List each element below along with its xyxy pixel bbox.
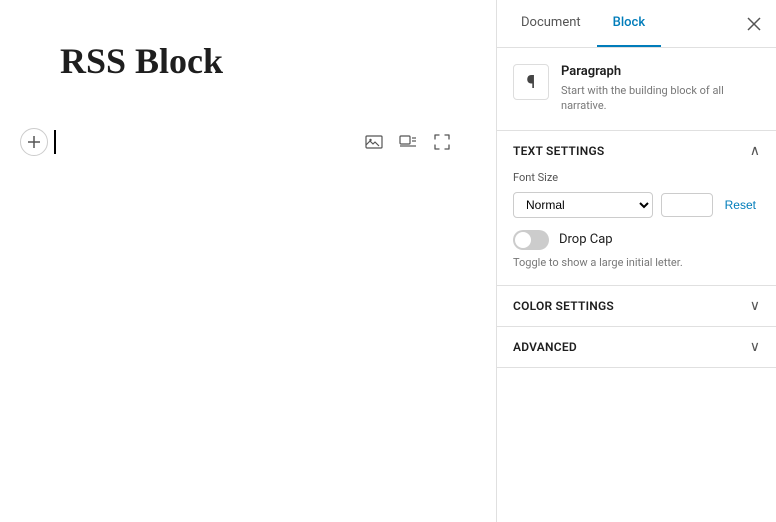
advanced-chevron-icon: ∨ bbox=[750, 339, 760, 355]
editor-area: RSS Block bbox=[0, 0, 496, 522]
color-settings-label: Color Settings bbox=[513, 299, 614, 313]
color-settings-section: Color Settings ∨ bbox=[497, 286, 776, 327]
sidebar: Document Block ¶ Paragraph Start with th… bbox=[496, 0, 776, 522]
text-settings-chevron-icon: ∧ bbox=[750, 143, 760, 159]
drop-cap-hint: Toggle to show a large initial letter. bbox=[513, 256, 760, 269]
sidebar-tabs: Document Block bbox=[497, 0, 776, 48]
font-size-reset-button[interactable]: Reset bbox=[721, 194, 760, 216]
text-settings-content: Font Size Normal Small Medium Large Extr… bbox=[497, 171, 776, 285]
editor-title: RSS Block bbox=[60, 40, 436, 82]
text-settings-header[interactable]: Text Settings ∧ bbox=[497, 131, 776, 171]
toggle-knob bbox=[515, 232, 531, 248]
add-block-button[interactable] bbox=[20, 128, 48, 156]
block-info-title: Paragraph bbox=[561, 64, 760, 79]
advanced-label: Advanced bbox=[513, 340, 577, 354]
advanced-header[interactable]: Advanced ∨ bbox=[497, 327, 776, 367]
tab-document[interactable]: Document bbox=[505, 0, 597, 47]
image-button[interactable] bbox=[360, 128, 388, 156]
drop-cap-label: Drop Cap bbox=[559, 232, 613, 247]
block-info-desc: Start with the building block of all nar… bbox=[561, 83, 760, 114]
sidebar-close-button[interactable] bbox=[740, 10, 768, 38]
block-info-text: Paragraph Start with the building block … bbox=[561, 64, 760, 114]
text-settings-section: Text Settings ∧ Font Size Normal Small M… bbox=[497, 131, 776, 286]
toolbar-right bbox=[360, 128, 456, 156]
font-size-select[interactable]: Normal Small Medium Large Extra Large bbox=[513, 192, 653, 218]
tab-block[interactable]: Block bbox=[597, 0, 661, 47]
font-size-row: Normal Small Medium Large Extra Large Re… bbox=[513, 192, 760, 218]
block-icon: ¶ bbox=[513, 64, 549, 100]
font-size-number-input[interactable] bbox=[661, 193, 713, 217]
block-info: ¶ Paragraph Start with the building bloc… bbox=[497, 48, 776, 131]
text-cursor bbox=[54, 130, 56, 154]
advanced-section: Advanced ∨ bbox=[497, 327, 776, 368]
image-align-button[interactable] bbox=[394, 128, 422, 156]
text-settings-label: Text Settings bbox=[513, 144, 604, 158]
fullscreen-button[interactable] bbox=[428, 128, 456, 156]
drop-cap-toggle[interactable] bbox=[513, 230, 549, 250]
color-settings-header[interactable]: Color Settings ∨ bbox=[497, 286, 776, 326]
color-settings-chevron-icon: ∨ bbox=[750, 298, 760, 314]
font-size-label: Font Size bbox=[513, 171, 760, 184]
drop-cap-row: Drop Cap bbox=[513, 230, 760, 250]
